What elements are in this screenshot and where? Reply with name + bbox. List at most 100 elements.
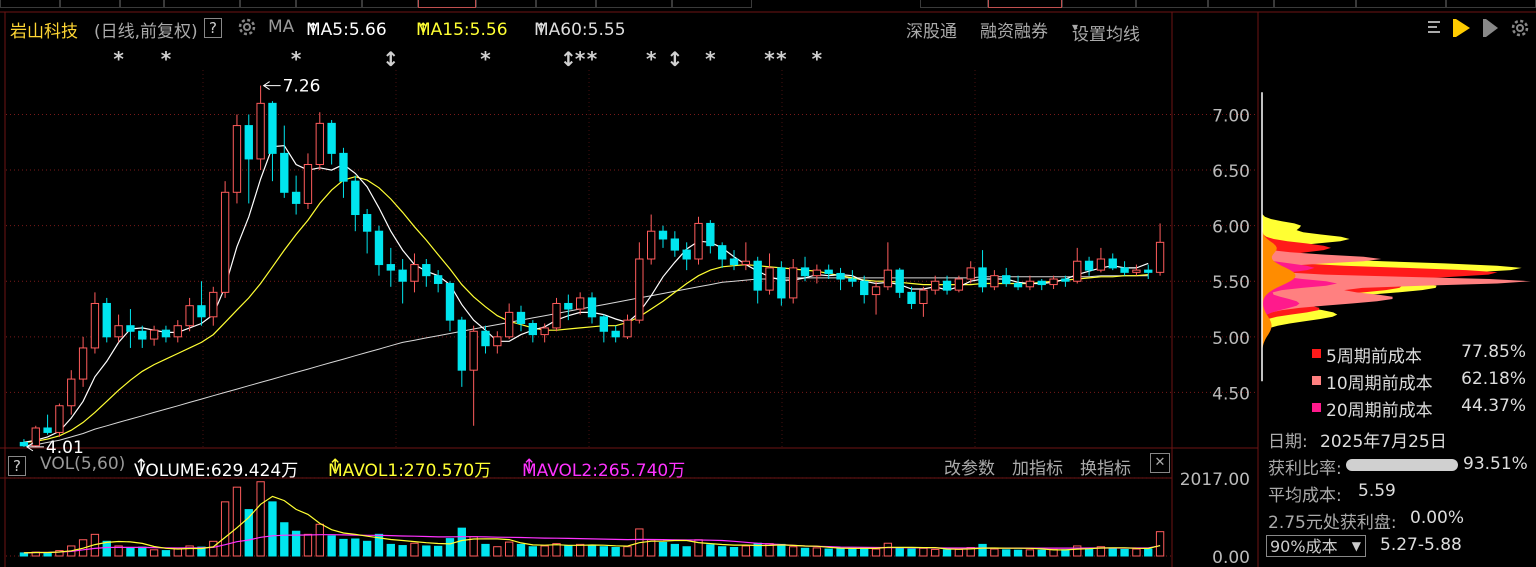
candle-body xyxy=(1061,278,1070,282)
profit-ratio-bar xyxy=(1346,459,1458,471)
event-marker: * xyxy=(764,47,775,71)
volume-bar xyxy=(1037,549,1046,557)
volume-bar xyxy=(883,542,893,557)
candle xyxy=(919,286,928,317)
event-marker: * xyxy=(113,47,124,71)
candle xyxy=(777,261,786,306)
candle-body xyxy=(481,330,490,347)
candle xyxy=(1155,223,1165,276)
cost-select[interactable]: 90%成本 ▼ xyxy=(1266,535,1366,557)
date-value: 2025年7月25日 xyxy=(1320,432,1447,452)
event-marker: * xyxy=(776,47,787,71)
event-marker: * xyxy=(575,47,586,71)
volume-bar xyxy=(362,540,372,557)
volume-bar xyxy=(540,545,549,557)
change-params-button[interactable]: 改参数 xyxy=(944,454,995,479)
candle xyxy=(220,181,230,298)
candle-body xyxy=(185,305,194,327)
candle xyxy=(268,101,277,182)
legend-swatch xyxy=(1312,376,1321,385)
candle-body xyxy=(1084,260,1094,271)
candle-body xyxy=(410,264,419,282)
up-arrow-icon: ↑ xyxy=(328,456,343,476)
candle xyxy=(1084,256,1094,276)
event-marker: * xyxy=(705,47,716,71)
candle-body xyxy=(587,297,597,318)
candle xyxy=(67,370,76,415)
candle-body xyxy=(1013,282,1023,288)
candle xyxy=(256,85,265,171)
volume-bar xyxy=(658,541,668,557)
volume-header: ? VOL(5,60) VOLUME:629.424万 ↑ MAVOL1:270.… xyxy=(0,452,1170,481)
candle-body xyxy=(647,230,656,260)
candle-body xyxy=(623,319,632,338)
candle xyxy=(552,297,561,332)
candle xyxy=(635,242,644,324)
candle xyxy=(812,264,822,284)
profit-label: 获利比率: xyxy=(1268,459,1342,479)
candle-body xyxy=(516,311,526,324)
price-tick-label: 6.00 xyxy=(1212,218,1250,238)
candle xyxy=(102,297,111,343)
candle xyxy=(824,264,833,280)
close-icon[interactable]: ✕ xyxy=(1150,453,1170,473)
add-indicator-button[interactable]: 加指标 xyxy=(1012,454,1063,479)
volume-bar xyxy=(836,548,845,557)
volume-bar xyxy=(1155,531,1165,557)
volume-bar xyxy=(126,547,135,557)
candle-body xyxy=(552,302,561,329)
candle-body xyxy=(895,269,904,293)
vol-help-button[interactable]: ? xyxy=(8,456,26,476)
volume-bar xyxy=(670,543,680,557)
legend-value: 44.37% xyxy=(1461,396,1526,416)
candle xyxy=(114,314,123,343)
candle xyxy=(528,320,537,343)
candle-body xyxy=(303,164,313,204)
candle-body xyxy=(682,249,691,260)
volume-bar xyxy=(824,548,833,557)
candle xyxy=(445,281,455,332)
candle-body xyxy=(67,378,76,407)
candle xyxy=(706,220,715,254)
volume-bar xyxy=(741,545,751,557)
candle-body xyxy=(220,191,230,293)
volume-bar xyxy=(931,548,940,557)
volume-bar xyxy=(1144,548,1153,557)
candle xyxy=(599,314,609,343)
candle xyxy=(670,231,680,257)
volume-bar xyxy=(102,540,111,557)
volume-bar xyxy=(1084,547,1094,557)
candle-body xyxy=(291,191,301,204)
event-marker: * xyxy=(812,47,823,71)
candle-body xyxy=(457,319,466,371)
candle xyxy=(540,323,549,343)
volume-bar xyxy=(800,547,810,557)
candle xyxy=(374,225,384,276)
candle-body xyxy=(860,280,869,296)
candle xyxy=(197,281,206,326)
price-tick-label: 5.50 xyxy=(1212,273,1250,293)
date-label: 日期: xyxy=(1268,432,1308,452)
candle xyxy=(43,414,52,435)
legend-label: 20周期前成本 xyxy=(1326,401,1433,421)
vol-label[interactable]: VOL(5,60) xyxy=(40,454,125,474)
legend-swatch xyxy=(1312,403,1321,412)
candle-body xyxy=(493,336,502,347)
candle xyxy=(694,216,703,265)
candle xyxy=(469,325,478,426)
candle xyxy=(647,214,656,265)
volume-bar xyxy=(907,548,916,557)
candle xyxy=(161,325,171,343)
candle-body xyxy=(978,267,987,288)
volume-bar xyxy=(871,548,881,557)
candle-body xyxy=(1096,258,1106,271)
volume-bar xyxy=(1132,548,1141,557)
candle xyxy=(493,331,502,354)
volume-bar xyxy=(919,547,928,557)
candle xyxy=(611,325,620,343)
price-tick-label: 4.50 xyxy=(1212,384,1250,404)
candle-body xyxy=(658,230,668,240)
candle xyxy=(386,247,395,287)
volume-bar xyxy=(433,545,443,557)
switch-indicator-button[interactable]: 换指标 xyxy=(1080,454,1131,479)
